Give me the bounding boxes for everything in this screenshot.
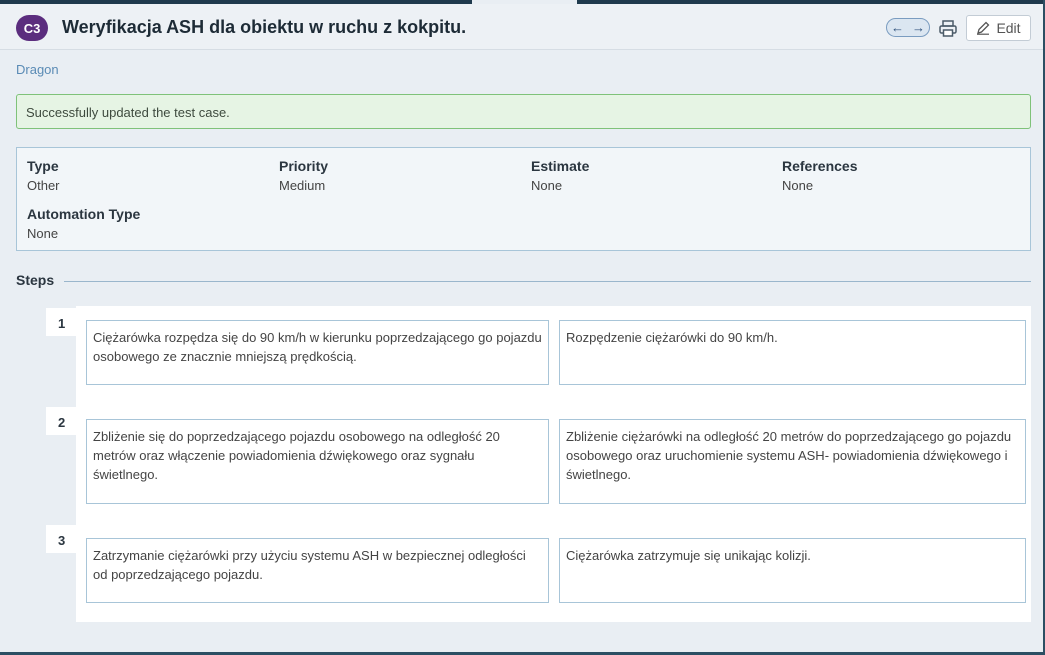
case-id-badge: C3 xyxy=(16,15,48,41)
property-automation-type: Automation Type None xyxy=(27,206,140,241)
property-label: Estimate xyxy=(531,158,590,174)
page-header: C3 Weryfikacja ASH dla obiektu w ruchu z… xyxy=(0,4,1043,50)
property-value: Other xyxy=(27,178,60,193)
step-expected-result: Rozpędzenie ciężarówki do 90 km/h. xyxy=(559,320,1026,385)
property-label: References xyxy=(782,158,858,174)
success-alert: Successfully updated the test case. xyxy=(16,94,1031,129)
arrow-left-icon[interactable]: ← xyxy=(891,21,904,34)
edit-button-label: Edit xyxy=(996,20,1021,36)
property-value: Medium xyxy=(279,178,326,193)
steps-heading: Steps xyxy=(16,272,55,288)
steps-divider xyxy=(64,281,1031,282)
step-number: 1 xyxy=(46,308,76,336)
step-number: 3 xyxy=(46,525,76,553)
property-label: Automation Type xyxy=(27,206,141,222)
breadcrumb-link[interactable]: Dragon xyxy=(16,62,59,77)
arrow-right-icon[interactable]: → xyxy=(912,21,925,34)
print-button[interactable] xyxy=(938,18,958,38)
property-priority: Priority Medium xyxy=(279,158,328,193)
property-value: None xyxy=(531,178,563,193)
property-estimate: Estimate None xyxy=(531,158,589,193)
pencil-icon xyxy=(977,21,990,35)
printer-icon xyxy=(939,19,957,37)
edit-button[interactable]: Edit xyxy=(966,15,1031,41)
property-value: None xyxy=(782,178,814,193)
step-expected-result: Zbliżenie ciężarówki na odległość 20 met… xyxy=(559,419,1026,504)
property-references: References None xyxy=(782,158,858,193)
case-properties: Type Other Priority Medium Estimate None… xyxy=(16,147,1031,251)
step-number: 2 xyxy=(46,407,76,435)
property-label: Priority xyxy=(279,158,329,174)
property-value: None xyxy=(27,226,59,241)
step-action: Ciężarówka rozpędza się do 90 km/h w kie… xyxy=(86,320,549,385)
property-label: Type xyxy=(27,158,59,174)
step-action: Zatrzymanie ciężarówki przy użyciu syste… xyxy=(86,538,549,603)
step-expected-result: Ciężarówka zatrzymuje się unikając koliz… xyxy=(559,538,1026,603)
page-title: Weryfikacja ASH dla obiektu w ruchu z ko… xyxy=(62,17,467,37)
property-type: Type Other xyxy=(27,158,60,193)
step-action: Zbliżenie się do poprzedzającego pojazdu… xyxy=(86,419,549,504)
prev-next-navigation: ← → xyxy=(886,18,930,37)
